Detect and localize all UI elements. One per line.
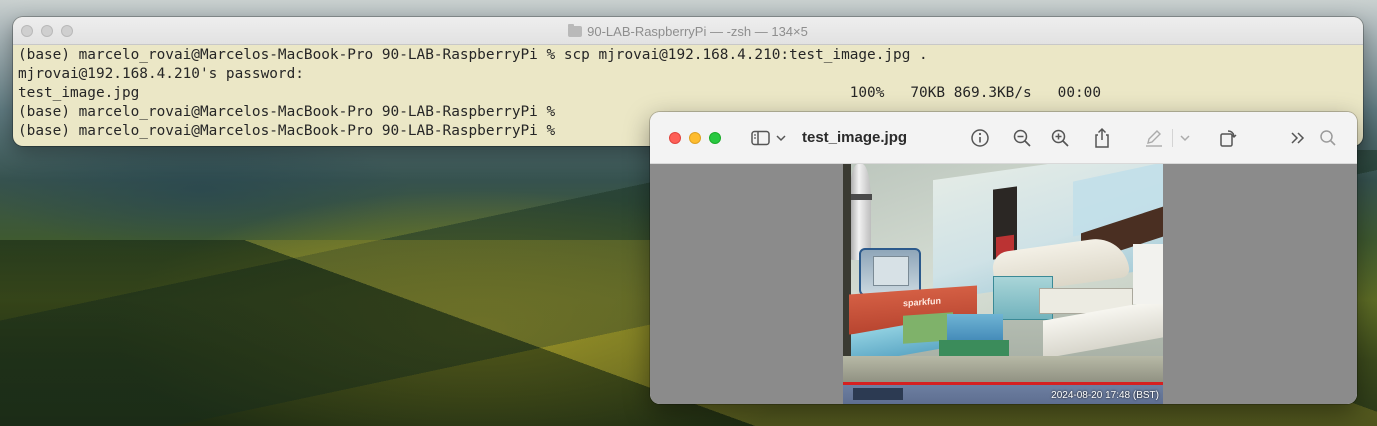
folder-icon bbox=[568, 24, 583, 37]
preview-zoom-button[interactable] bbox=[709, 132, 721, 144]
sidebar-toggle-button[interactable] bbox=[748, 127, 790, 149]
terminal-line: test_image.jpg 100% 70KB 869.3KB/s 00:00 bbox=[18, 84, 1363, 103]
preview-close-button[interactable] bbox=[669, 132, 681, 144]
terminal-line-text: (base) marcelo_rovai@Marcelos-MacBook-Pr… bbox=[18, 123, 556, 139]
more-tools-button[interactable] bbox=[1286, 127, 1310, 149]
toolbar-separator bbox=[1172, 129, 1173, 147]
preview-toolbar[interactable]: test_image.jpg bbox=[650, 112, 1357, 164]
preview-canvas[interactable]: sparkfun 2024-08-20 17:48 (BST) bbox=[650, 164, 1357, 404]
terminal-line-text: (base) marcelo_rovai@Marcelos-MacBook-Pr… bbox=[18, 47, 928, 63]
share-button[interactable] bbox=[1090, 127, 1114, 149]
test-image-photo: sparkfun 2024-08-20 17:48 (BST) bbox=[843, 164, 1163, 404]
photo-dark-device bbox=[853, 388, 903, 400]
terminal-title-text: 90-LAB-RaspberryPi — -zsh — 134×5 bbox=[587, 24, 808, 39]
terminal-line-text: (base) marcelo_rovai@Marcelos-MacBook-Pr… bbox=[18, 104, 556, 120]
sidebar-icon bbox=[751, 130, 770, 146]
info-button[interactable] bbox=[968, 127, 992, 149]
share-icon bbox=[1095, 127, 1109, 148]
rotate-button[interactable] bbox=[1216, 127, 1240, 149]
terminal-line-text: mjrovai@192.168.4.210's password: bbox=[18, 66, 304, 82]
terminal-mark-bracket: ] bbox=[1361, 65, 1363, 84]
photo-rocket-model bbox=[849, 164, 871, 260]
photo-paper-stack bbox=[1133, 244, 1163, 304]
preview-minimize-button[interactable] bbox=[689, 132, 701, 144]
terminal-title: 90-LAB-RaspberryPi — -zsh — 134×5 bbox=[13, 24, 1363, 39]
search-button[interactable] bbox=[1316, 127, 1340, 149]
markup-menu-button[interactable] bbox=[1178, 127, 1192, 149]
zoom-in-icon bbox=[1051, 129, 1069, 147]
preview-window[interactable]: test_image.jpg sparkfun 2024-08-20 17:48… bbox=[650, 112, 1357, 404]
terminal-mark-bracket: ] bbox=[1361, 46, 1363, 65]
pen-icon bbox=[1146, 130, 1162, 147]
photo-device-window bbox=[873, 256, 909, 286]
terminal-line: mjrovai@192.168.4.210's password:] bbox=[18, 65, 1363, 84]
terminal-titlebar[interactable]: 90-LAB-RaspberryPi — -zsh — 134×5 bbox=[13, 17, 1363, 45]
search-icon bbox=[1320, 130, 1336, 146]
chevron-down-icon bbox=[1180, 135, 1190, 142]
photo-shelf bbox=[843, 356, 1163, 384]
photo-rocket-band bbox=[848, 194, 872, 200]
zoom-out-icon bbox=[1013, 129, 1031, 147]
terminal-line-text: test_image.jpg 100% 70KB 869.3KB/s 00:00 bbox=[18, 85, 1101, 101]
photo-timestamp: 2024-08-20 17:48 (BST) bbox=[1051, 390, 1159, 401]
chevron-down-icon bbox=[776, 135, 786, 142]
markup-button[interactable] bbox=[1142, 127, 1166, 149]
info-icon bbox=[971, 129, 989, 147]
terminal-line: (base) marcelo_rovai@Marcelos-MacBook-Pr… bbox=[18, 46, 1363, 65]
chevron-double-right-icon bbox=[1291, 132, 1305, 144]
document-title[interactable]: test_image.jpg bbox=[802, 129, 907, 146]
rotate-icon bbox=[1220, 130, 1237, 147]
zoom-in-button[interactable] bbox=[1048, 127, 1072, 149]
zoom-out-button[interactable] bbox=[1010, 127, 1034, 149]
